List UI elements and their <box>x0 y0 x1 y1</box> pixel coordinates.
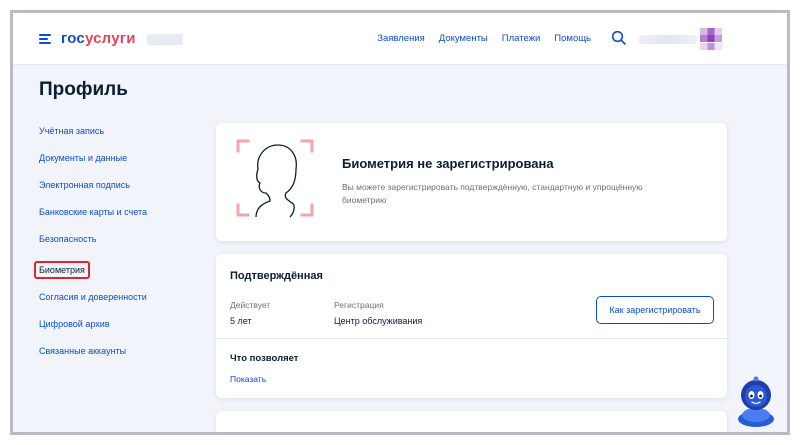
sidebar-item-documents[interactable]: Документы и данные <box>39 152 199 179</box>
page-title: Профиль <box>39 79 128 100</box>
sidebar-item-security[interactable]: Безопасность <box>39 233 199 260</box>
biometry-status-card: Биометрия не зарегистрирована Вы можете … <box>216 123 727 241</box>
next-card-partial <box>216 411 727 432</box>
sidebar-item-consents[interactable]: Согласия и доверенности <box>39 291 199 318</box>
sidebar-item-biometry[interactable]: Биометрия <box>34 261 90 279</box>
sidebar-item-e-signature[interactable]: Электронная подпись <box>39 179 199 206</box>
divider <box>216 338 727 339</box>
valid-label: Действует <box>230 300 271 310</box>
blurred-region-label <box>147 34 183 45</box>
confirmed-biometry-card: Подтверждённая Действует 5 лет Регистрац… <box>216 254 727 398</box>
nav-help[interactable]: Помощь <box>554 33 591 44</box>
menu-icon[interactable] <box>39 33 51 45</box>
search-icon[interactable] <box>611 30 627 46</box>
sidebar-item-linked-accounts[interactable]: Связанные аккаунты <box>39 345 199 372</box>
allows-title: Что позволяет <box>230 353 299 364</box>
user-name-blurred[interactable] <box>639 35 697 44</box>
sidebar-item-digital-archive[interactable]: Цифровой архив <box>39 318 199 345</box>
biometry-status-title: Биометрия не зарегистрирована <box>342 156 554 171</box>
how-to-register-button[interactable]: Как зарегистрировать <box>596 296 714 324</box>
avatar[interactable] <box>700 28 722 50</box>
nav-applications[interactable]: Заявления <box>377 33 425 44</box>
gosuslugi-logo[interactable]: госуслуги <box>61 30 136 47</box>
confirmed-title: Подтверждённая <box>230 270 323 282</box>
face-scan-icon <box>236 139 314 218</box>
biometry-status-description: Вы можете зарегистрировать подтверждённу… <box>342 182 643 205</box>
sidebar-item-account[interactable]: Учётная запись <box>39 125 199 152</box>
nav-payments[interactable]: Платежи <box>502 33 541 44</box>
top-nav: Заявления Документы Платежи Помощь <box>377 33 591 44</box>
browser-frame: госуслуги Заявления Документы Платежи По… <box>10 10 790 435</box>
top-header: госуслуги Заявления Документы Платежи По… <box>13 13 787 65</box>
valid-value: 5 лет <box>230 316 252 326</box>
nav-documents[interactable]: Документы <box>439 33 488 44</box>
sidebar-item-bank-cards[interactable]: Банковские карты и счета <box>39 206 199 233</box>
show-link[interactable]: Показать <box>230 374 266 384</box>
registration-value: Центр обслуживания <box>334 316 423 326</box>
registration-label: Регистрация <box>334 300 384 310</box>
robot-assistant-icon[interactable] <box>733 375 779 427</box>
profile-sidebar: Учётная запись Документы и данные Электр… <box>34 125 199 372</box>
